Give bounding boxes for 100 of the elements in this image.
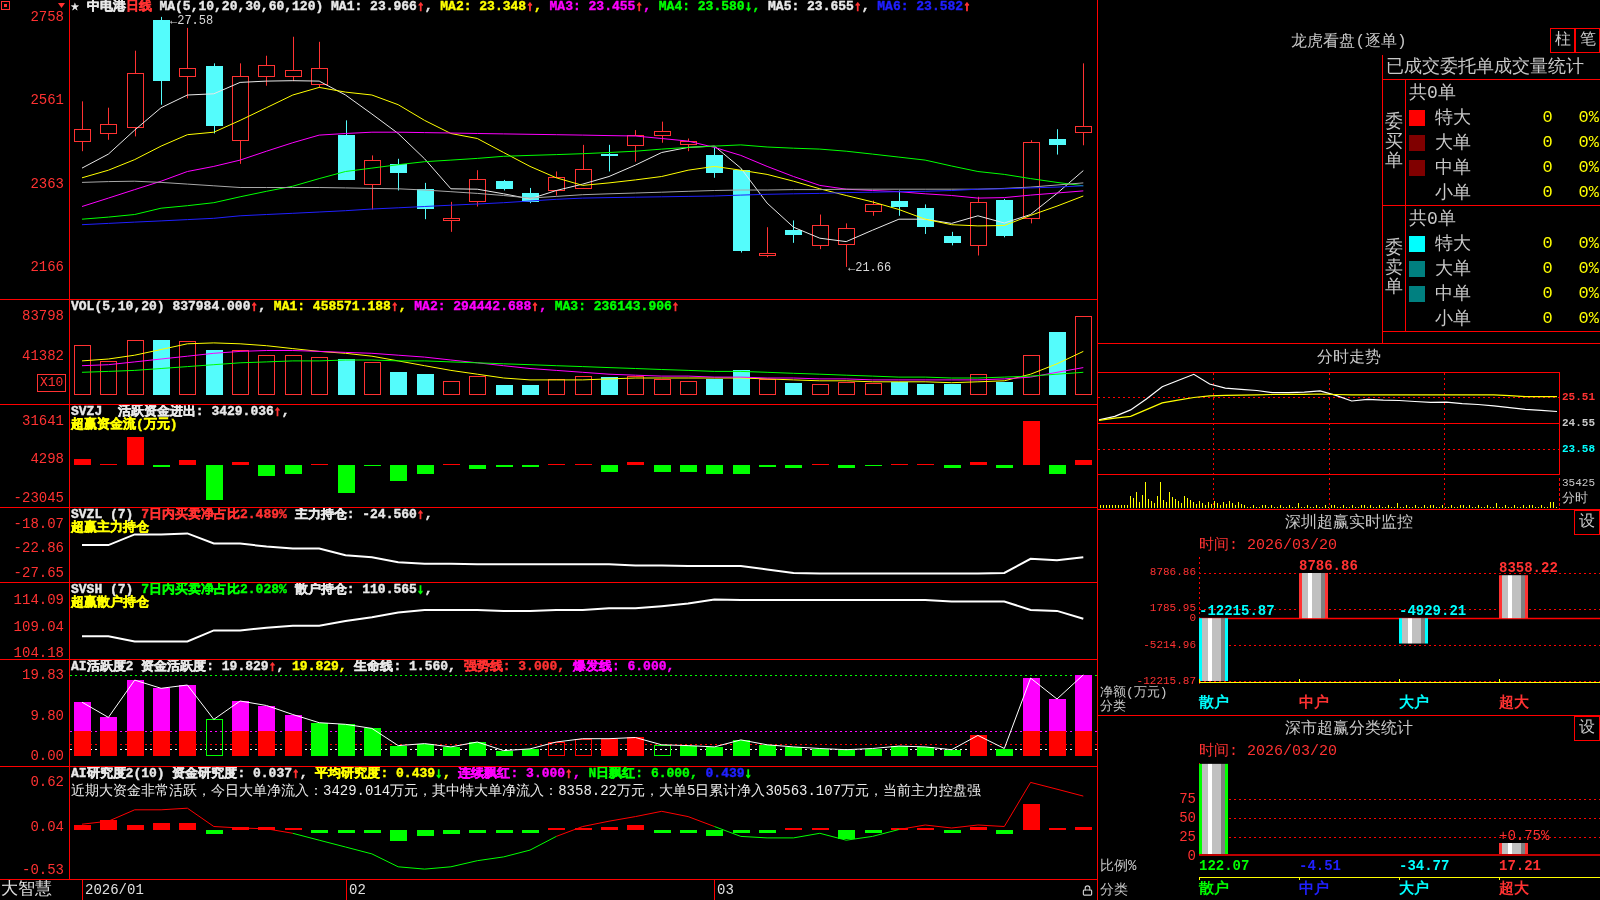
caret-icon	[58, 3, 65, 8]
order-percent: 0%	[1578, 257, 1599, 280]
order-size-label: 中单	[1435, 282, 1471, 305]
analysis-comment: 近期大资金非常活跃，今日大单净流入：3429.014万元，其中特大单净流入：8358.22万元，大单5日累计净入30563.107万元，当前主力控盘强	[71, 783, 982, 800]
candlestick	[785, 219, 802, 244]
volume-max-label: 35425	[1562, 477, 1595, 489]
panel-title: 深市超赢分类统计	[1285, 718, 1413, 739]
candlestick	[601, 144, 618, 172]
value-label: 122.07	[1199, 859, 1250, 874]
indicator-legend: 超赢散户持仓	[71, 596, 149, 609]
candlestick	[311, 41, 328, 88]
candlestick	[364, 154, 381, 210]
candlestick	[469, 169, 486, 207]
date-label: 02	[349, 881, 366, 899]
candlestick	[654, 121, 671, 144]
indicator-legend: 超赢主力持仓	[71, 521, 149, 534]
axis-label: 0	[1189, 613, 1196, 623]
axis-label: 2758	[30, 9, 64, 24]
category-label: 中户	[1299, 881, 1329, 899]
candlestick	[996, 198, 1013, 238]
order-total: 共0单	[1409, 207, 1456, 230]
volume-caption: 分时	[1562, 491, 1588, 507]
axis-title: 净额(万元)	[1100, 686, 1168, 700]
category-label: 散户	[1199, 881, 1229, 899]
view-toggle-button[interactable]: 柱	[1550, 28, 1575, 53]
candlestick	[970, 196, 987, 256]
axis-title: 分类	[1100, 882, 1128, 898]
indicator-legend: 超赢资金流(万元)	[71, 418, 178, 431]
axis-label: 1785.95	[1149, 604, 1196, 614]
value-label: -12215.87	[1199, 603, 1275, 620]
candlestick	[1049, 128, 1066, 156]
axis-label: 25	[1179, 830, 1196, 845]
candlestick	[812, 214, 829, 250]
candlestick	[285, 36, 302, 82]
candlestick	[706, 146, 723, 179]
brand-name: 大智慧	[1, 880, 52, 900]
axis-label: 114.09	[13, 593, 64, 608]
order-percent: 0%	[1578, 131, 1599, 154]
square-icon	[1, 1, 10, 10]
value-label: 8358.22	[1499, 560, 1558, 577]
axis-label: -27.65	[13, 565, 64, 580]
candlestick	[206, 62, 223, 134]
axis-title: 比例%	[1100, 859, 1137, 874]
indicator-legend: VOL(5,10,20) 837984.000↑, MA1: 458571.188↑, MA2: 294442.688↑, MA3: 236143.906↑	[71, 300, 680, 313]
axis-label: 0.62	[30, 775, 64, 790]
order-percent: 0%	[1578, 181, 1599, 204]
order-percent: 0%	[1578, 232, 1599, 255]
axis-label: 2363	[30, 176, 64, 191]
order-count: 0	[1542, 282, 1553, 305]
axis-label: -23045	[13, 490, 64, 505]
timestamp: 时间: 2026/03/20	[1199, 743, 1338, 761]
category-label: 超大	[1499, 695, 1529, 713]
axis-label: 104.18	[13, 645, 64, 660]
value-label: 17.21	[1499, 859, 1541, 874]
order-count: 0	[1542, 257, 1553, 280]
candlestick	[917, 203, 934, 235]
axis-label: 0.00	[30, 748, 64, 763]
category-label: 大户	[1399, 881, 1429, 899]
axis-label: 0.04	[30, 819, 64, 834]
order-size-label: 大单	[1435, 131, 1471, 154]
candlestick	[258, 55, 275, 87]
axis-label: 23.58	[1562, 443, 1595, 456]
value-label: 8786.86	[1299, 558, 1358, 574]
axis-label: 41382	[22, 348, 64, 363]
order-size-label: 小单	[1435, 307, 1471, 330]
axis-label: 4298	[30, 452, 64, 467]
axis-label: 0	[1187, 849, 1196, 863]
panel-title: 分时走势	[1317, 348, 1381, 368]
category-label: 散户	[1199, 695, 1229, 713]
axis-label: 75	[1179, 792, 1196, 807]
settings-button[interactable]: 设	[1574, 510, 1600, 535]
axis-label: -5214.96	[1143, 640, 1196, 650]
candlestick	[865, 200, 882, 217]
axis-label: 50	[1179, 811, 1196, 826]
category-label: 大户	[1399, 695, 1429, 713]
date-label: 03	[717, 881, 734, 899]
candlestick	[390, 158, 407, 191]
order-percent: 0%	[1578, 282, 1599, 305]
candlestick	[944, 231, 961, 246]
view-toggle-button[interactable]: 笔	[1575, 28, 1600, 53]
axis-label: -12215.87	[1136, 676, 1196, 686]
order-total: 共0单	[1409, 81, 1456, 104]
axis-label: 83798	[22, 308, 64, 323]
order-count: 0	[1542, 307, 1553, 330]
candlestick	[548, 170, 565, 197]
lock-icon[interactable]	[1082, 885, 1093, 896]
settings-button[interactable]: 设	[1574, 716, 1600, 741]
candlestick	[417, 182, 434, 220]
candlestick	[338, 119, 355, 181]
unit-label: X10	[37, 374, 67, 392]
axis-label: 9.80	[30, 708, 64, 723]
candlestick	[759, 226, 776, 258]
candlestick	[891, 189, 908, 217]
value-label: -34.77	[1399, 859, 1450, 874]
order-count: 0	[1542, 131, 1553, 154]
order-count: 0	[1542, 181, 1553, 204]
order-count: 0	[1542, 156, 1553, 179]
order-size-label: 特大	[1435, 232, 1471, 255]
candlestick	[575, 144, 592, 189]
candlestick	[496, 179, 513, 191]
